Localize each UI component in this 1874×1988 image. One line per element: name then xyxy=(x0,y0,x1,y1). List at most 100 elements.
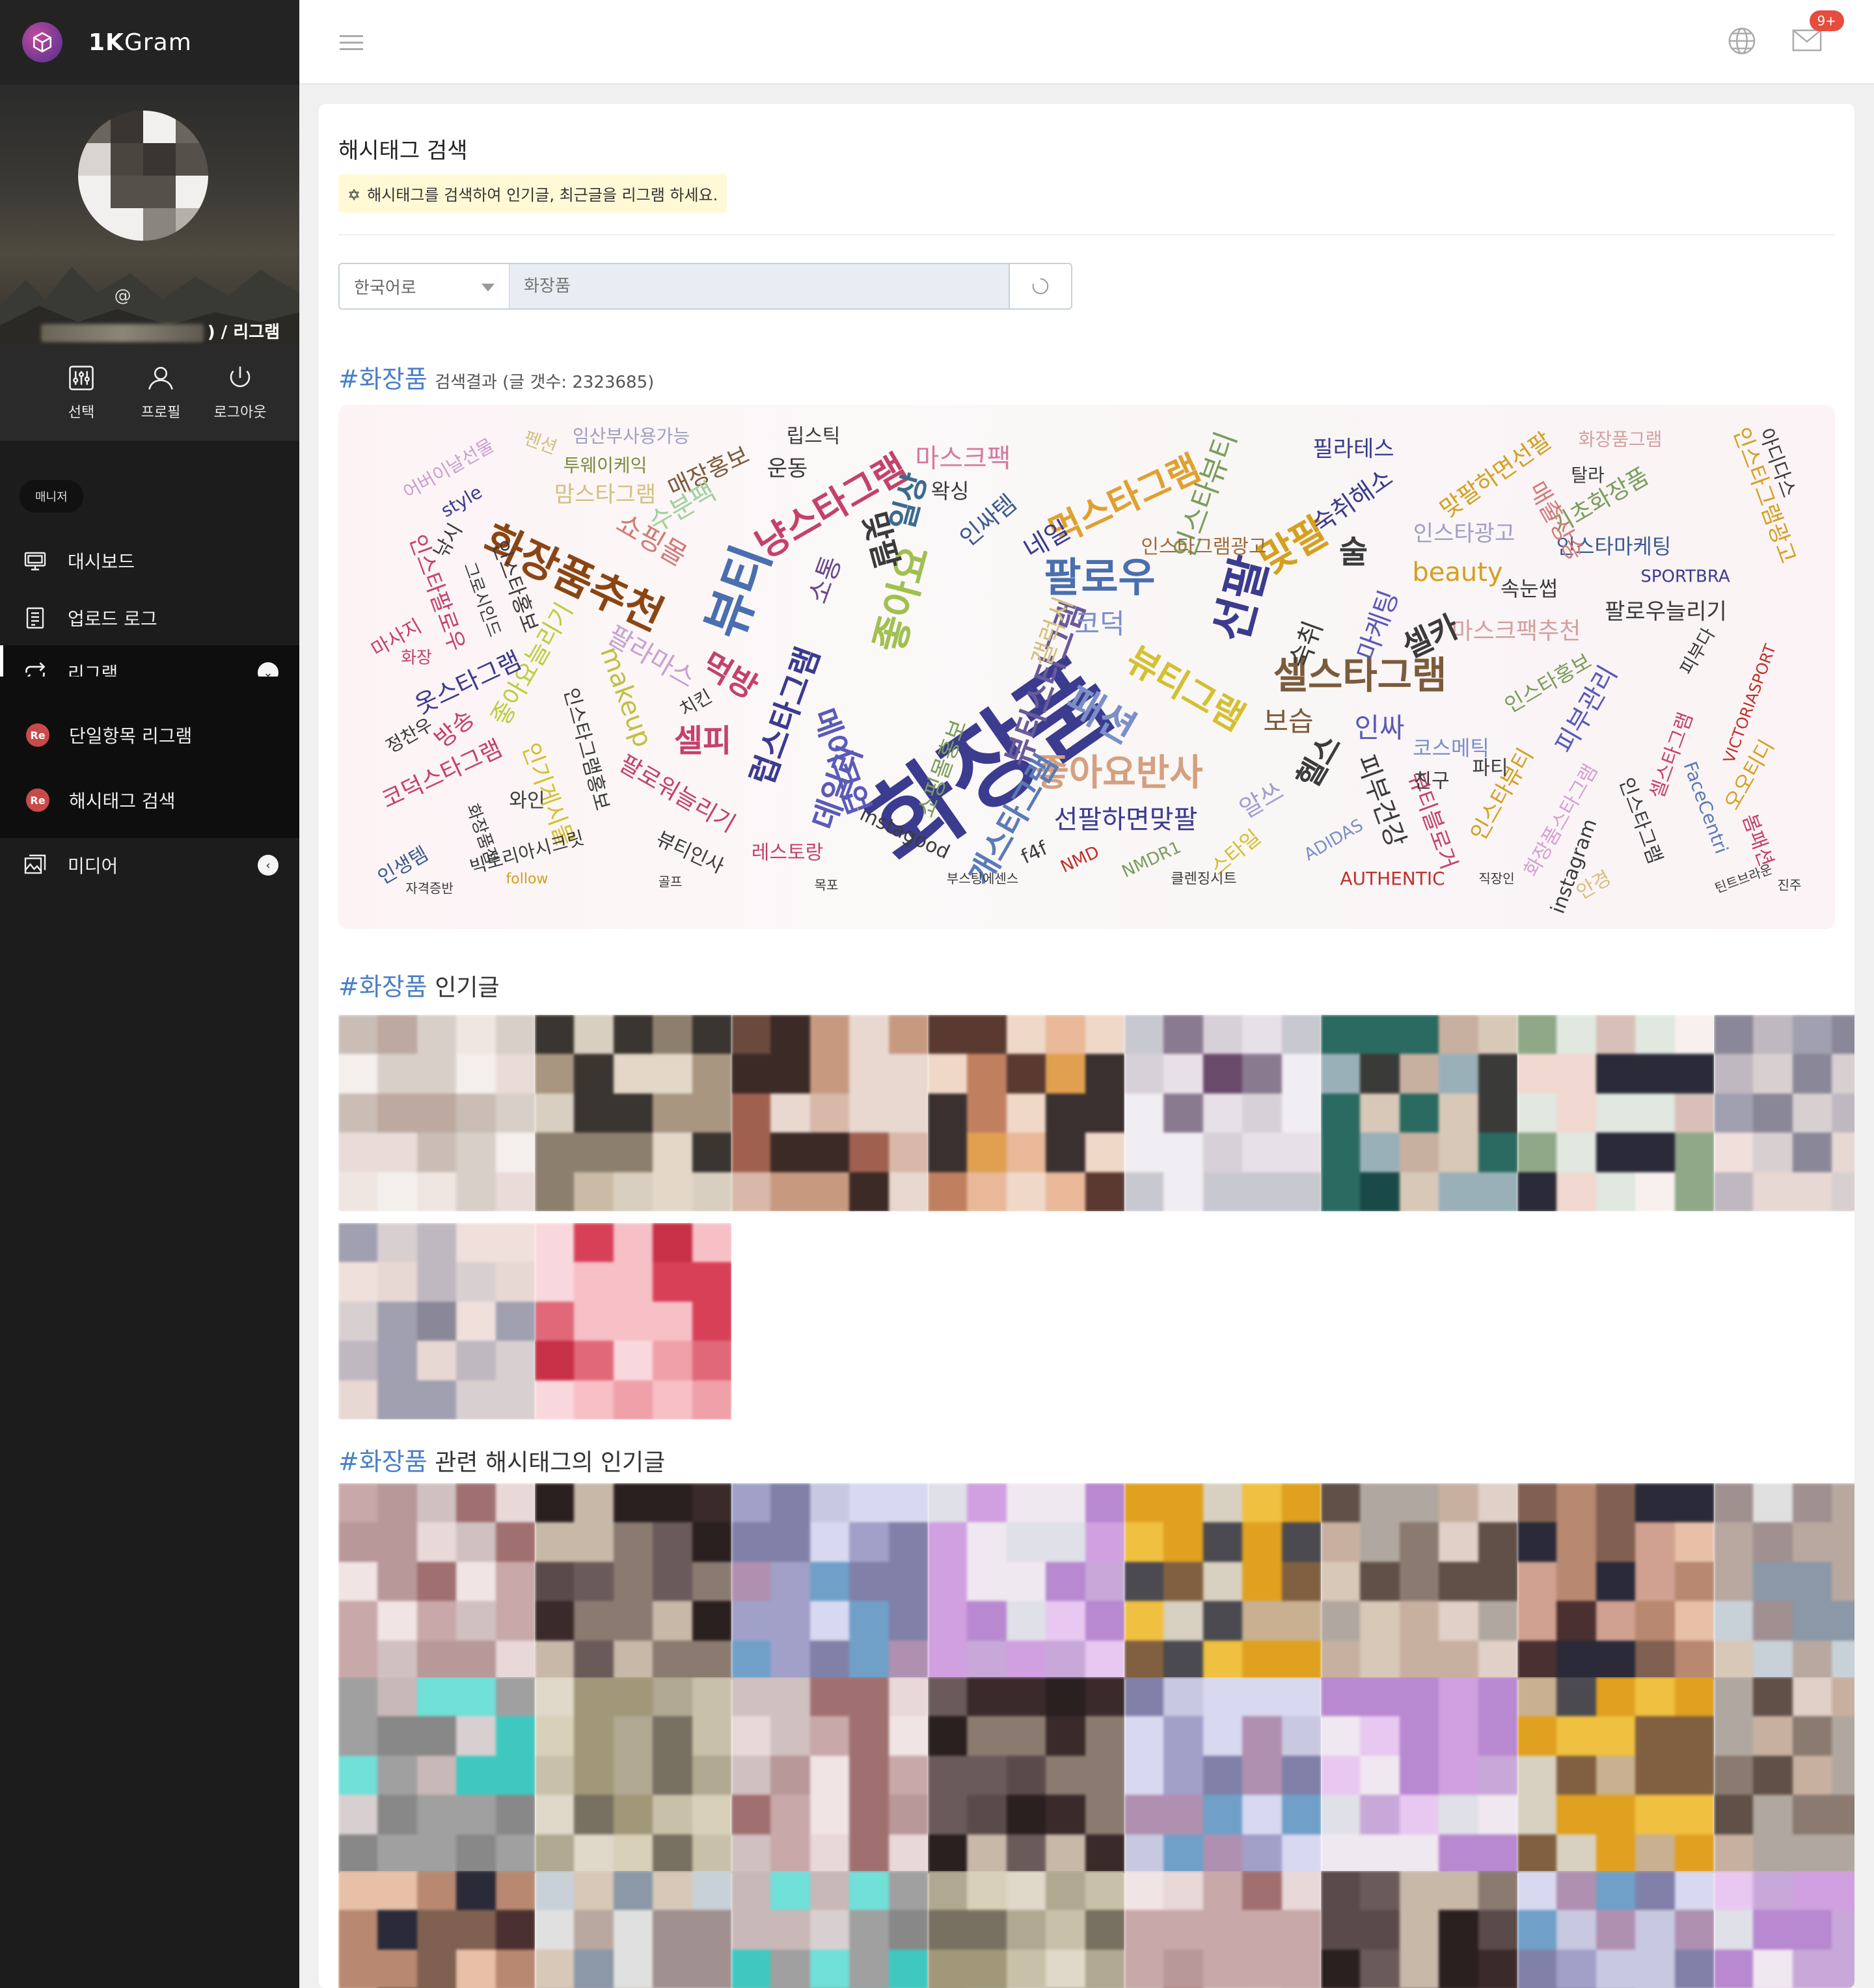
wordcloud-word[interactable]: f4f xyxy=(1018,837,1052,868)
related-post-thumbnail[interactable] xyxy=(1517,1677,1714,1874)
popular-post-thumbnail[interactable] xyxy=(1124,1015,1321,1211)
sidebar-subitem-single-regram[interactable]: Re 단일항목 리그램 xyxy=(0,719,299,751)
sidebar-item-dashboard[interactable]: 대시보드 xyxy=(0,544,299,578)
wordcloud-word[interactable]: 진주 xyxy=(1778,878,1802,893)
wordcloud-word[interactable]: 속눈썹 xyxy=(1501,576,1558,601)
wordcloud-word[interactable]: 자격증반 xyxy=(405,881,454,896)
hashtag-search-input[interactable] xyxy=(509,263,1010,310)
wordcloud-word[interactable]: 친구 xyxy=(1413,770,1449,793)
wordcloud-word[interactable]: 봄패션 xyxy=(1737,811,1777,870)
related-post-thumbnail[interactable] xyxy=(731,1483,928,1680)
wordcloud-word[interactable]: 헬스 xyxy=(1290,729,1348,794)
wordcloud-word[interactable]: 목포 xyxy=(815,878,839,893)
popular-post-thumbnail[interactable] xyxy=(1321,1015,1517,1211)
wordcloud-word[interactable]: 인스타그램홍보 xyxy=(559,686,614,813)
wordcloud-word[interactable]: 파티 xyxy=(1472,757,1508,780)
related-post-thumbnail[interactable] xyxy=(1321,1483,1517,1680)
wordcloud-word[interactable]: 숙취해소 xyxy=(1307,463,1398,539)
wordcloud-word[interactable]: 레스토랑 xyxy=(752,842,823,865)
wordcloud-word[interactable]: 립스틱 xyxy=(787,425,841,448)
select-button[interactable]: 선택 xyxy=(46,364,117,422)
related-post-thumbnail[interactable] xyxy=(338,1871,535,1988)
popular-post-thumbnail[interactable] xyxy=(731,1015,928,1211)
wordcloud-word[interactable]: 골프 xyxy=(659,874,683,890)
wordcloud-word[interactable]: 운동 xyxy=(767,456,808,482)
wordcloud-word[interactable]: 와인 xyxy=(509,790,545,813)
wordcloud-word[interactable]: AUTHENTIC xyxy=(1340,868,1445,889)
wordcloud-word[interactable]: 인스타그램광고 xyxy=(1141,536,1266,559)
hashtag-label[interactable]: #화장품 xyxy=(338,1447,428,1476)
wordcloud-word[interactable]: 맘스타그램 xyxy=(554,482,656,508)
wordcloud-word[interactable]: style xyxy=(437,481,486,522)
popular-post-thumbnail[interactable] xyxy=(1714,1015,1854,1211)
related-post-thumbnail[interactable] xyxy=(338,1483,535,1680)
related-post-thumbnail[interactable] xyxy=(1321,1871,1517,1988)
wordcloud-word[interactable]: 인스타광고 xyxy=(1413,521,1515,547)
wordcloud-word[interactable]: 술 xyxy=(1339,534,1368,571)
wordcloud-word[interactable]: 소통 xyxy=(803,552,847,608)
hashtag-label[interactable]: #화장품 xyxy=(338,365,428,394)
chevron-left-icon[interactable]: ‹ xyxy=(258,855,278,876)
wordcloud-word[interactable]: 탈라 xyxy=(1571,464,1605,486)
profile-button[interactable]: 프로필 xyxy=(125,364,197,422)
popular-post-thumbnail[interactable] xyxy=(535,1015,731,1211)
related-post-thumbnail[interactable] xyxy=(1124,1677,1321,1874)
wordcloud-word[interactable]: 부스팅에센스 xyxy=(947,871,1018,887)
wordcloud-word[interactable]: 펜션 xyxy=(521,427,560,459)
wordcloud-word[interactable]: follow xyxy=(506,871,549,887)
search-button[interactable] xyxy=(1010,263,1072,310)
wordcloud-word[interactable]: 직장인 xyxy=(1478,871,1514,887)
popular-post-thumbnail[interactable] xyxy=(928,1015,1124,1211)
related-post-thumbnail[interactable] xyxy=(928,1871,1124,1988)
menu-toggle-button[interactable] xyxy=(340,34,363,55)
related-post-thumbnail[interactable] xyxy=(928,1483,1124,1680)
wordcloud-word[interactable]: 뷰티인사 xyxy=(653,827,727,878)
popular-post-thumbnail[interactable] xyxy=(338,1223,535,1419)
sidebar-item-media[interactable]: 미디어 ‹ xyxy=(0,848,299,882)
avatar[interactable] xyxy=(78,111,208,241)
wordcloud-word[interactable]: 화장 xyxy=(401,649,432,668)
wordcloud-word[interactable]: 정찬우 xyxy=(383,714,437,757)
related-post-thumbnail[interactable] xyxy=(731,1871,928,1988)
related-post-thumbnail[interactable] xyxy=(1714,1677,1854,1874)
wordcloud-word[interactable]: 임산부사용가능 xyxy=(573,425,690,447)
wordcloud-word[interactable]: 클렌징시트 xyxy=(1171,871,1236,887)
wordcloud-word[interactable]: beauty xyxy=(1412,557,1502,587)
related-post-thumbnail[interactable] xyxy=(1714,1871,1854,1988)
wordcloud-word[interactable]: 어버이날선물 xyxy=(400,435,497,504)
language-select[interactable]: 한국어로 xyxy=(338,263,509,310)
wordcloud-word[interactable]: 인싸 xyxy=(1354,712,1404,744)
related-post-thumbnail[interactable] xyxy=(1517,1871,1714,1988)
wordcloud-word[interactable]: 틴트브라운 xyxy=(1713,861,1774,896)
messages-button[interactable] xyxy=(1792,27,1822,56)
sidebar-item-upload-log[interactable]: 업로드 로그 xyxy=(0,601,299,635)
wordcloud-word[interactable]: SPORTBRA xyxy=(1640,567,1730,587)
wordcloud-word[interactable]: NMD xyxy=(1057,842,1102,877)
wordcloud-word[interactable]: 팔로우늘리기 xyxy=(1605,599,1727,625)
wordcloud-word[interactable]: 화장품그램 xyxy=(1579,429,1663,450)
wordcloud-word[interactable]: ADIDAS xyxy=(1301,816,1366,865)
hashtag-label[interactable]: #화장품 xyxy=(338,973,428,1001)
wordcloud-word[interactable]: 마스크팩 xyxy=(915,444,1011,474)
wordcloud-word[interactable]: 팔로워늘리기 xyxy=(614,750,740,838)
wordcloud-word[interactable]: FaceCentri xyxy=(1679,759,1733,856)
popular-post-thumbnail[interactable] xyxy=(338,1015,535,1211)
wordcloud-word[interactable]: 알쓰 xyxy=(1234,776,1288,824)
related-post-thumbnail[interactable] xyxy=(535,1871,731,1988)
related-post-thumbnail[interactable] xyxy=(928,1677,1124,1874)
wordcloud-word[interactable]: 셀피 xyxy=(674,723,731,759)
wordcloud-word[interactable]: 피부다 xyxy=(1676,625,1719,678)
wordcloud-word[interactable]: 투웨이케익 xyxy=(564,455,647,476)
popular-post-thumbnail[interactable] xyxy=(535,1223,731,1419)
popular-post-thumbnail[interactable] xyxy=(1517,1015,1714,1211)
brand[interactable]: 1KGram xyxy=(0,0,299,85)
related-post-thumbnail[interactable] xyxy=(535,1677,731,1874)
related-post-thumbnail[interactable] xyxy=(1321,1677,1517,1874)
related-post-thumbnail[interactable] xyxy=(731,1677,928,1874)
related-post-thumbnail[interactable] xyxy=(1517,1483,1714,1680)
related-post-thumbnail[interactable] xyxy=(1124,1483,1321,1680)
related-post-thumbnail[interactable] xyxy=(338,1677,535,1874)
wordcloud-word[interactable]: 필라테스 xyxy=(1312,437,1394,463)
wordcloud-word[interactable]: 뷰티그램 xyxy=(1119,639,1252,739)
logout-button[interactable]: 로그아웃 xyxy=(204,364,276,422)
